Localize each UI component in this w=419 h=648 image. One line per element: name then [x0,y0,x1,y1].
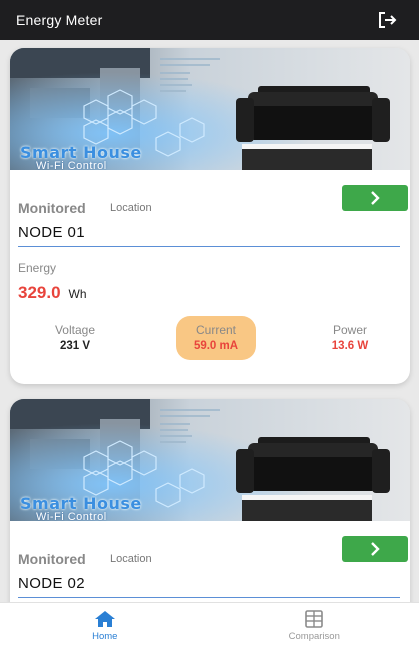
chevron-right-icon [371,191,380,205]
nav-home-label: Home [92,630,118,642]
node-name: NODE 02 [18,575,85,592]
bottom-navigation: Home Comparison [0,602,419,648]
smart-house-banner: Smart House Wi-Fi Control [10,399,410,521]
energy-value: 329.0 [18,283,61,302]
smart-house-banner: Smart House Wi-Fi Control [10,48,410,170]
comparison-icon [305,609,324,628]
divider [18,246,400,247]
power-label: Power [332,323,367,337]
banner-subtitle: Wi-Fi Control [36,160,107,170]
power-metric: Power 13.6 W [310,316,390,360]
app-title: Energy Meter [16,12,103,28]
voltage-value: 231 V [59,340,91,352]
node-list[interactable]: Smart House Wi-Fi Control Monitored Loca… [0,40,419,602]
node-card: Smart House Wi-Fi Control Monitored Loca… [10,399,410,602]
nav-comparison-label: Comparison [288,630,340,642]
logout-icon[interactable] [377,9,399,31]
current-value: 59.0 mA [193,340,239,352]
chevron-right-icon [371,542,380,556]
node-card: Smart House Wi-Fi Control Monitored Loca… [10,48,410,384]
power-value: 13.6 W [331,340,369,352]
open-node-button[interactable] [342,185,408,211]
voltage-label: Voltage [54,323,96,337]
current-label: Current [195,323,236,337]
open-node-button[interactable] [342,536,408,562]
nav-home[interactable]: Home [0,603,210,648]
home-icon [94,610,115,627]
banner-subtitle: Wi-Fi Control [36,511,107,521]
divider [18,597,400,598]
app-bar: Energy Meter [0,0,419,40]
energy-label: Energy [18,261,57,275]
voltage-metric: Voltage 231 V [35,316,115,360]
location-label: Location [110,553,152,565]
energy-unit: Wh [68,287,87,301]
monitored-label: Monitored [18,551,86,567]
location-label: Location [110,202,152,214]
node-name: NODE 01 [18,224,85,241]
nav-comparison[interactable]: Comparison [210,603,419,648]
current-metric: Current 59.0 mA [176,316,256,360]
monitored-label: Monitored [18,200,86,216]
